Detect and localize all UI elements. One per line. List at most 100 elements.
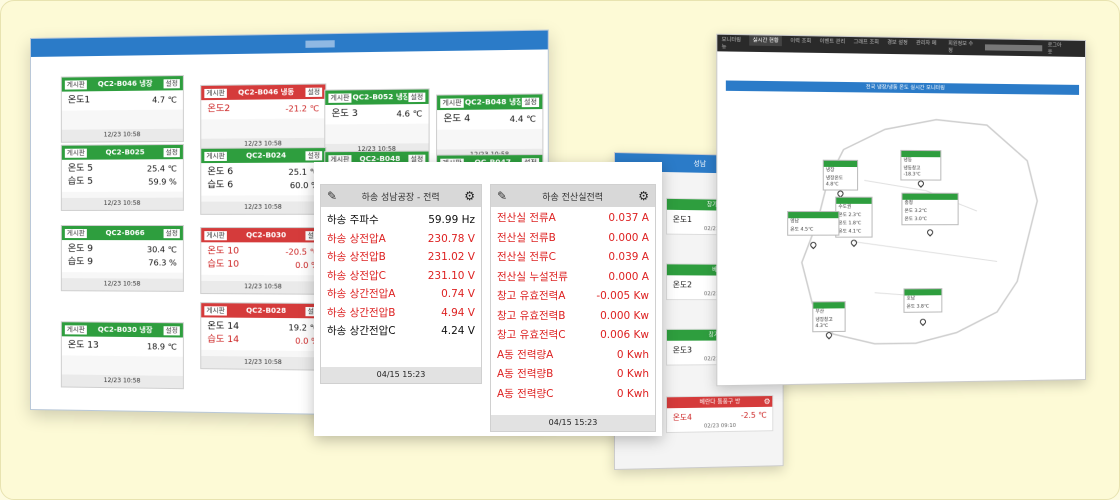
board-button[interactable]: 게시판 [64,79,88,90]
settings-button[interactable]: 설정 [163,146,181,157]
measurement-row: 창고 유효전력B 0.000 Kw [491,307,655,327]
map-location-box[interactable]: 수도권 온도 2.3℃ 온도 1.8℃ 온도 4.1℃ [835,197,872,238]
card-header: 게시판QC2-B028설정 [201,303,325,318]
map-location-box[interactable]: 냉장 냉장온도 4.8℃ [823,160,858,191]
settings-button[interactable]: 설정 [163,325,181,336]
board-button[interactable]: 게시판 [203,305,228,316]
sensor-card[interactable]: 게시판 QC2-B052 냉장 설정 온도 3 4.6 ℃ 12/23 10:58 [324,88,429,157]
settings-button[interactable]: 설정 [521,96,540,108]
reading-row: 습도 6 60.0 % [207,179,319,193]
measurement-value: 0 Kwh [617,346,649,366]
card-header: 게시판 QC2-B025 설정 [62,145,183,160]
board-button[interactable]: 게시판 [327,92,352,104]
measurement-value: 0.039 A [608,248,649,268]
gear-icon[interactable]: ⚙ [638,189,649,203]
measurement-label: 전산실 전류C [497,248,556,268]
measurement-row: 하송 주파수 59.99 Hz [321,211,481,230]
sensor-card[interactable]: 게시판QC2-B028설정온도 1419.2 ℃습도 140.0 %12/23 … [200,302,326,371]
sensor-card[interactable]: 게시판 QC2-B046 냉동 설정 온도2 -21.2 ℃ 12/23 10:58 [200,83,326,152]
card-title: QC2-B025 [88,148,163,157]
edit-icon[interactable]: ✎ [327,189,337,203]
reading-row: 온도 4 4.4 ℃ [443,112,535,126]
sensor-card[interactable]: 게시판 QC2-B046 냉장 설정 온도1 4.7 ℃ 12/23 10:58 [61,75,184,143]
reading-row: 온도 14 19.2 ℃ [207,320,319,334]
settings-button[interactable]: 설정 [163,78,181,89]
map-location-box[interactable]: 부산 냉장창고 4.3℃ [812,301,845,332]
board-button[interactable]: 게시판 [64,147,88,158]
measurement-row: 하송 상전압A 230.78 V [321,230,481,249]
measurement-row: 하송 상간전압A 0.74 V [321,285,481,304]
gear-icon[interactable]: ⚙ [464,189,475,203]
board-button[interactable]: 게시판 [64,228,88,239]
drag-handle[interactable] [305,40,334,48]
card-timestamp: 12/23 10:58 [62,129,183,142]
measurement-row: 하송 상간전압C 4.24 V [321,322,481,341]
map-location-box[interactable]: 냉동 냉동창고 -18.3℃ [900,150,941,181]
sensor-card[interactable]: 게시판 QC2-B030 냉장 설정 온도 13 18.9 ℃ 12/23 10:58 [61,321,184,389]
map-box-reading: 냉장온도 4.8℃ [824,175,857,189]
panel-header: ✎ 하송 성남공장 - 전력 ⚙ [321,185,481,207]
map-box-reading: 온도 1.8℃ [836,220,871,228]
board-button[interactable]: 게시판 [203,150,228,161]
map-box-reading: 온도 3.0℃ [902,216,957,224]
reading-label: 온도1 [68,94,90,107]
sensor-card[interactable]: 게시판 QC2-B024 설정 온도 6 25.1 ℃ 습도 6 60.0 % 12/23 1… [200,147,326,215]
measurement-label: 하송 상간전압A [327,285,395,304]
panel-title: 하송 전산실전력 [542,190,603,203]
measurement-label: A동 전력량A [497,346,553,366]
power-panels: ✎ 하송 성남공장 - 전력 ⚙ 하송 주파수 59.99 Hz 하송 상전압A 23… [314,162,662,436]
settings-button[interactable]: 설정 [407,91,426,103]
map-location-box[interactable]: 충청 온도 3.2℃ 온도 3.0℃ [901,193,958,226]
measurement-label: 창고 유효전력C [497,326,566,346]
board-button[interactable]: 게시판 [439,97,465,109]
settings-button[interactable]: 설정 [304,150,323,161]
reading-value: 4.7 ℃ [152,93,177,106]
measurement-label: 하송 상전압B [327,248,386,267]
measurement-label: 하송 상간전압B [327,304,396,323]
map-box-reading: 냉동창고 -18.3℃ [901,165,940,179]
reading-label: 온도2 [673,279,692,290]
card-body: 온도 10 -20.5 ℃ 습도 10 0.0 % [201,242,325,275]
settings-button[interactable]: 설정 [304,86,323,97]
sensor-card[interactable]: 게시판 QC2-B066 설정 온도 9 30.4 ℃ 습도 9 76.3 % 12/23 1… [61,225,184,292]
card-header: 게시판 QC2-B048 냉장 설정 [437,94,542,110]
map-box-name: 수도권 [836,204,871,212]
reading-label: 온도4 [673,412,692,423]
map-location-box[interactable]: 영남 온도 4.5℃ [787,211,839,236]
reading-row: 습도 5 59.9 % [68,175,177,189]
reading-row: 습도 14 0.0 % [207,334,319,348]
mobile-sensor-card[interactable]: 베란다 통풍구 방 ⚙ 온도4 -2.5 ℃ 02/23 09:10 [666,395,773,433]
board-button[interactable]: 게시판 [203,87,228,98]
reading-row: 습도 9 76.3 % [68,256,177,269]
panel-header: ✎ 하송 전산실전력 ⚙ [491,185,655,207]
card-header: 게시판 QC2-B030 냉장 설정 [62,322,183,337]
map-location-box[interactable]: 호남 온도 3.8℃ [903,288,942,313]
reading-label: 온도 3 [332,108,358,122]
sensor-card[interactable]: 게시판 QC2-B025 설정 온도 5 25.4 ℃ 습도 5 59.9 % 12/23 1… [61,144,184,211]
card-body: 온도1 4.7 ℃ [62,90,183,110]
board-button[interactable]: 게시판 [203,230,228,241]
card-body: 온도2 -21.2 ℃ [201,99,325,120]
board-button[interactable]: 게시판 [64,324,88,335]
card-title: QC2-B066 [88,229,163,237]
card-body: 온도 6 25.1 ℃ 습도 6 60.0 % [201,162,325,195]
measurement-row: 전산실 전류A 0.037 A [491,209,655,229]
sensor-card[interactable]: 게시판QC2-B048 냉장설정온도 44.4 ℃12/23 10:58 [436,93,543,163]
panel-server-room-power: ✎ 하송 전산실전력 ⚙ 전산실 전류A 0.037 A 전산실 전류B 0.000 … [490,184,656,432]
measurement-value: -0.005 Kw [596,287,649,307]
gear-icon[interactable]: ⚙ [764,396,771,407]
sensor-card[interactable]: 게시판QC2-B030설정온도 10-20.5 ℃습도 100.0 %12/23… [200,227,326,295]
measurement-row: A동 전력량B 0 Kwh [491,365,655,385]
measurement-value: 0.000 Kw [600,307,649,327]
edit-icon[interactable]: ✎ [497,189,507,203]
reading-row: 온도2 -21.2 ℃ [207,102,319,116]
card-body: 온도 14 19.2 ℃ 습도 14 0.0 % [201,317,325,351]
card-title: QC2-B048 냉장 [465,97,521,108]
settings-button[interactable]: 설정 [163,228,181,239]
card-body: 온도 4 4.4 ℃ [437,109,542,130]
measurement-label: 전산실 전류A [497,209,556,229]
measurement-row: A동 전력량C 0 Kwh [491,385,655,405]
reading-row: 온도 3 4.6 ℃ [332,107,423,121]
reading-label: 습도 5 [68,176,93,189]
reading-value: 76.3 % [148,256,176,269]
